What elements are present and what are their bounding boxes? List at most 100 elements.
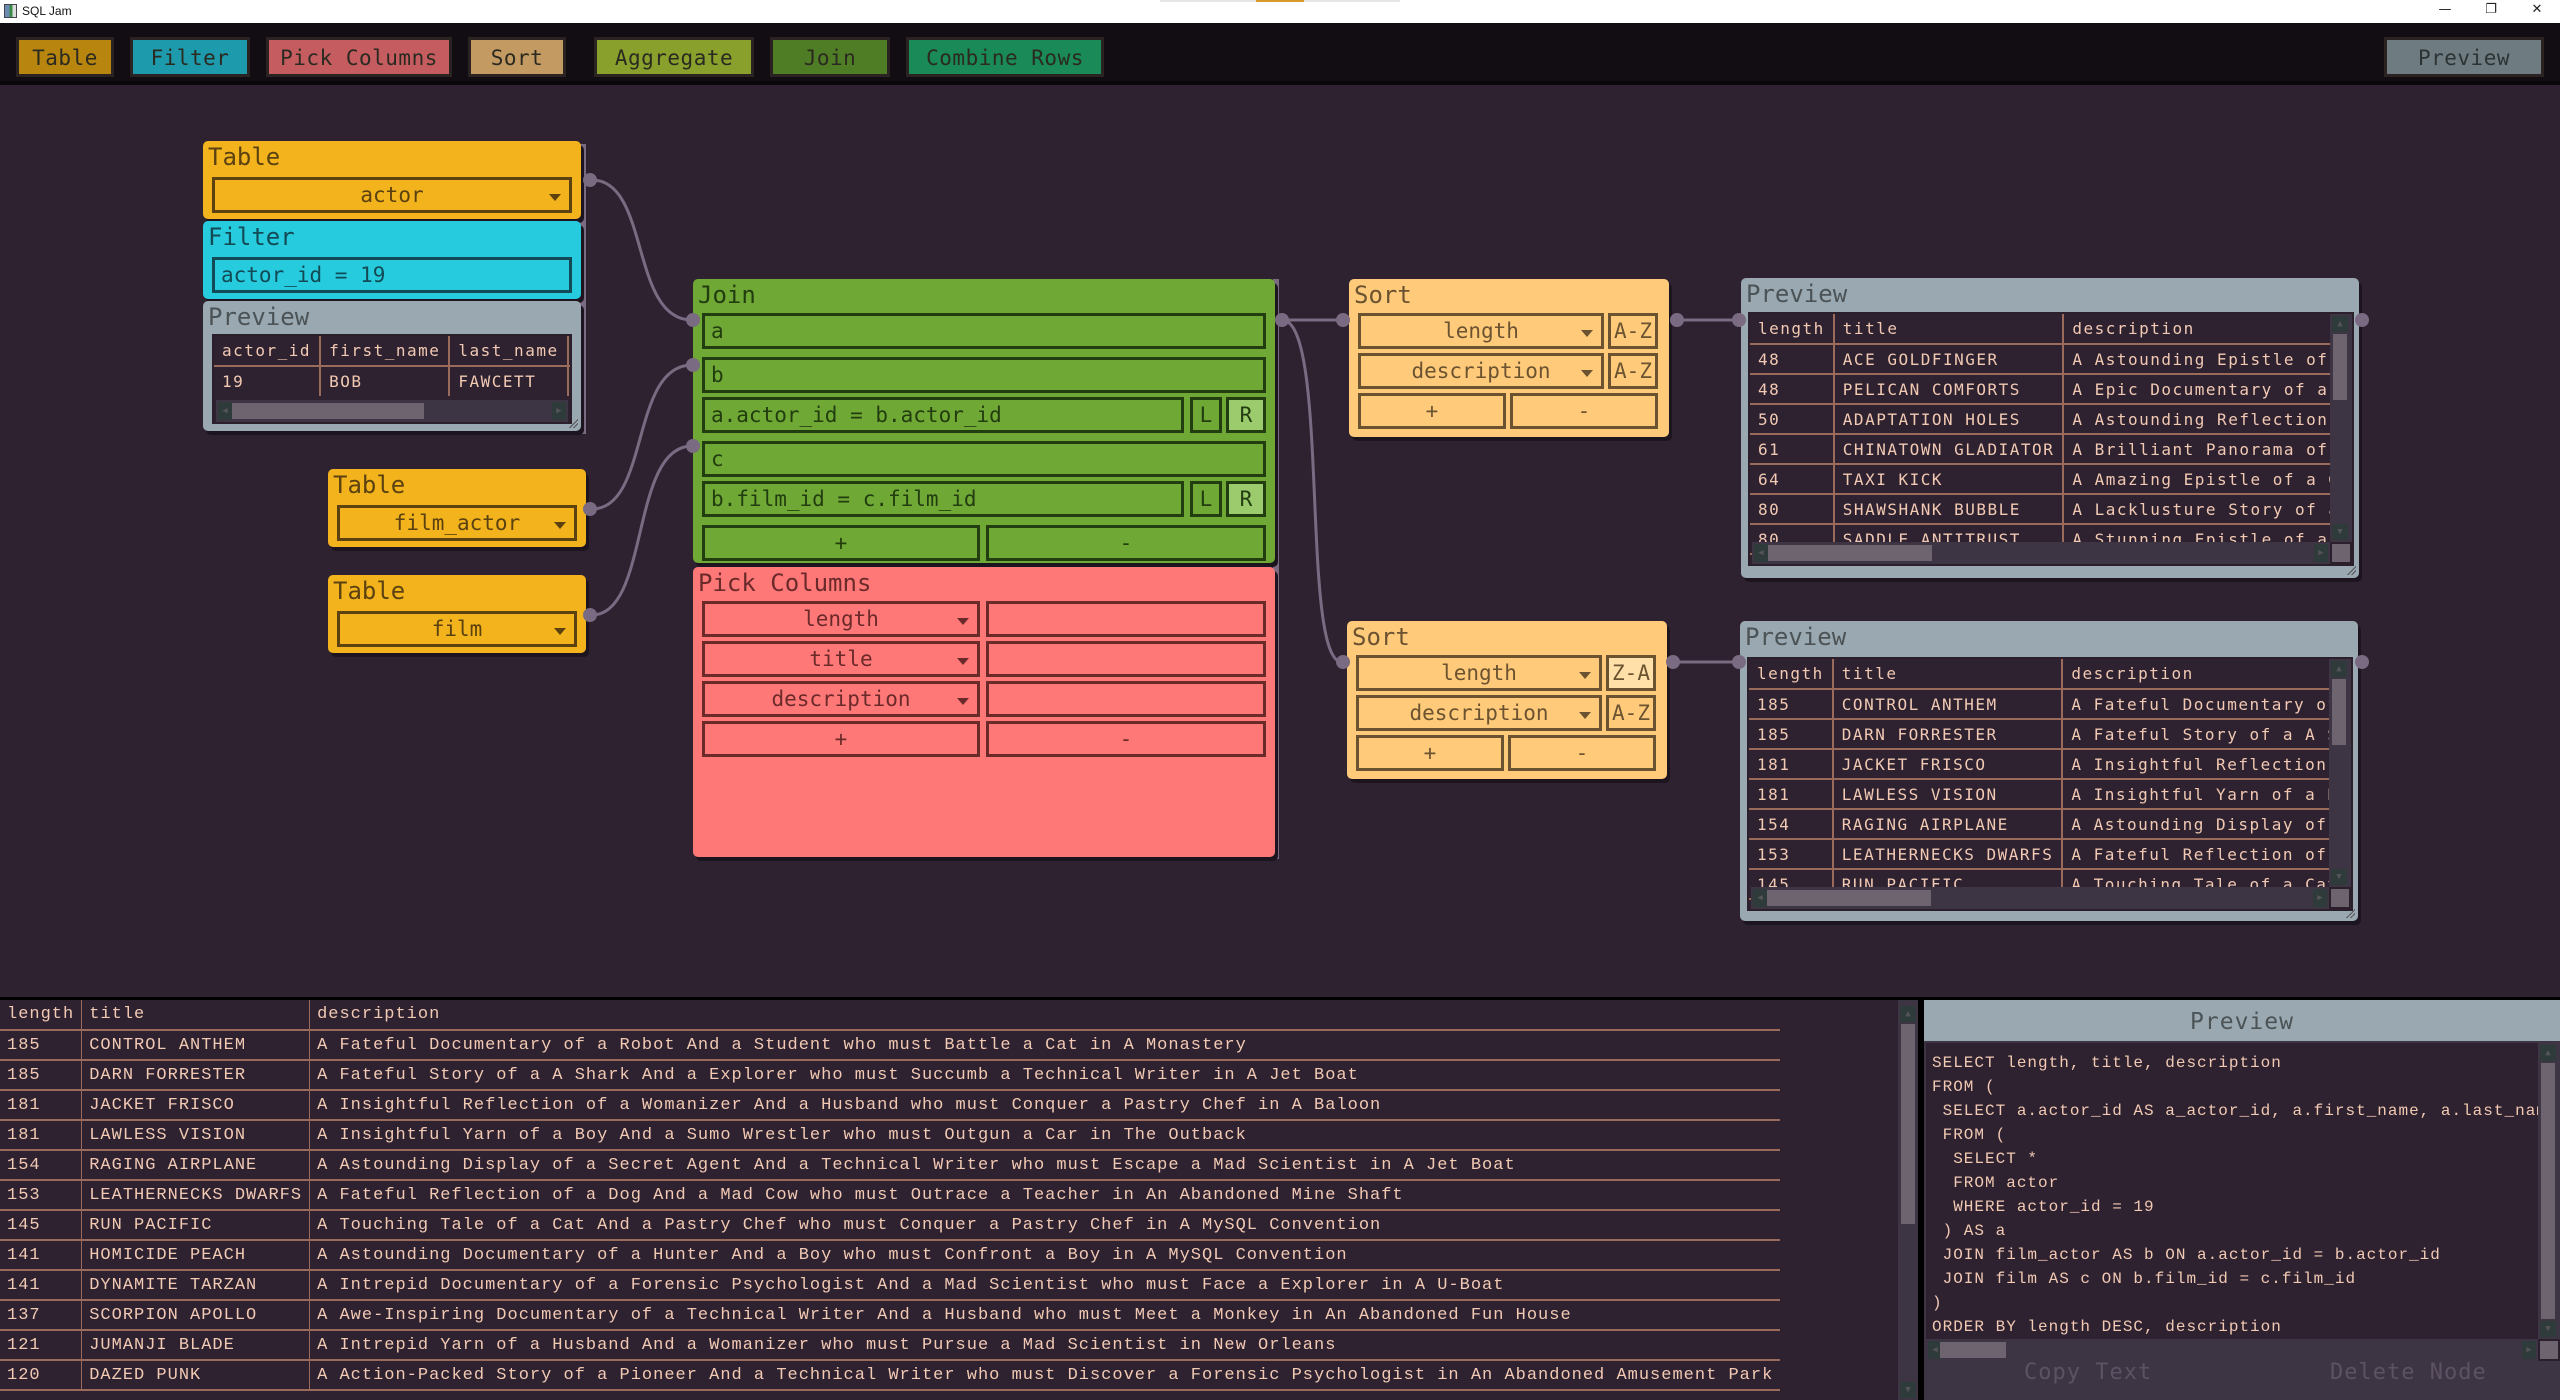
join-condition-input[interactable]: a.actor_id = b.actor_id — [702, 397, 1184, 433]
sort-order-toggle[interactable]: A-Z — [1608, 353, 1658, 389]
right-join-toggle[interactable]: R — [1226, 397, 1266, 433]
table-row[interactable]: 185 CONTROL ANTHEM A Fateful Documentary o… — [0, 1030, 1781, 1061]
sql-code-view[interactable]: SELECT length, title, description FROM ( … — [1926, 1043, 2538, 1339]
join-node[interactable]: Join a b a.actor_id = b.actor_id L R c b… — [693, 279, 1275, 563]
sort-order-toggle[interactable]: A-Z — [1606, 695, 1656, 731]
join-input-b[interactable]: b — [702, 357, 1266, 393]
add-column-button[interactable]: + — [702, 721, 980, 757]
node-canvas[interactable]: Table actor Filter actor_id = 19 Preview… — [0, 89, 2560, 1084]
column-header[interactable]: title — [1833, 314, 2065, 345]
scrollbar-thumb[interactable] — [2333, 334, 2347, 400]
sort-column-select[interactable]: length — [1356, 655, 1602, 691]
table-row[interactable]: 181 JACKET FRISCO A Insightful Reflection … — [1749, 749, 2351, 780]
table-row[interactable]: 61 CHINATOWN GLADIATOR A Brilliant Panoram… — [1750, 434, 2352, 465]
input-port-b[interactable] — [686, 358, 700, 372]
table-row[interactable]: 80 SHAWSHANK BUBBLE A Lacklusture Story of… — [1750, 494, 2352, 525]
horizontal-scrollbar[interactable]: ◀ ▶ — [1751, 887, 2329, 909]
table-node-actor[interactable]: Table actor — [203, 141, 581, 219]
close-icon[interactable]: ✕ — [2514, 0, 2560, 22]
table-row[interactable]: 181 LAWLESS VISION A Insightful Yarn of a … — [0, 1120, 1781, 1151]
scrollbar-thumb[interactable] — [1940, 1342, 2006, 1358]
remove-sort-key-button[interactable]: - — [1510, 393, 1658, 429]
table-select[interactable]: actor — [212, 177, 572, 213]
column-select[interactable]: description — [702, 681, 980, 717]
table-row[interactable]: 153 LEATHERNECKS DWARFS A Fateful Reflecti… — [0, 1180, 1781, 1211]
table-row[interactable]: 50 ADAPTATION HOLES A Astounding Reflectio… — [1750, 404, 2352, 435]
table-row[interactable]: 154 RAGING AIRPLANE A Astounding Display o… — [1749, 809, 2351, 840]
delete-node-button[interactable]: Delete Node — [2330, 1360, 2487, 1385]
output-port[interactable] — [583, 173, 597, 187]
horizontal-scrollbar[interactable]: ◀ ▶ — [1926, 1339, 2538, 1361]
vertical-scrollbar[interactable]: ▲ ▼ — [2329, 659, 2351, 887]
table-select[interactable]: film — [337, 611, 577, 647]
table-row[interactable]: 145 RUN PACIFIC A Touching Tale of a Cat A… — [0, 1210, 1781, 1241]
sort-column-select[interactable]: description — [1356, 695, 1602, 731]
table-node-film-actor[interactable]: Table film_actor — [328, 469, 586, 547]
remove-column-button[interactable]: - — [986, 721, 1266, 757]
input-port[interactable] — [1336, 313, 1350, 327]
add-sort-button[interactable]: Sort — [468, 37, 566, 77]
column-select[interactable]: title — [702, 641, 980, 677]
sort-order-toggle[interactable]: Z-A — [1606, 655, 1656, 691]
add-sort-key-button[interactable]: + — [1358, 393, 1506, 429]
sort-node-ascending[interactable]: Sort length A-Z description A-Z + - — [1349, 279, 1669, 437]
column-header[interactable]: length — [1750, 314, 1835, 345]
scroll-left-icon[interactable]: ◀ — [218, 402, 232, 420]
add-sort-key-button[interactable]: + — [1356, 735, 1504, 771]
preview-node-ascending[interactable]: Preview length title description 48 ACE GOLD… — [1741, 278, 2359, 578]
sort-node-descending[interactable]: Sort length Z-A description A-Z + - — [1347, 621, 1667, 779]
column-alias-input[interactable] — [986, 601, 1266, 637]
scroll-up-icon[interactable]: ▲ — [2331, 661, 2347, 677]
output-port[interactable] — [583, 608, 597, 622]
table-row[interactable]: 121 JUMANJI BLADE A Intrepid Yarn of a Hus… — [0, 1330, 1781, 1361]
horizontal-scrollbar[interactable]: ◀ ▶ — [216, 400, 568, 422]
add-table-button[interactable]: Table — [16, 37, 114, 77]
join-condition-input[interactable]: b.film_id = c.film_id — [702, 481, 1184, 517]
remove-join-button[interactable]: - — [986, 525, 1266, 561]
scroll-right-icon[interactable]: ▶ — [2522, 1341, 2536, 1359]
scroll-up-icon[interactable]: ▲ — [2332, 316, 2348, 332]
output-port[interactable] — [2355, 313, 2369, 327]
scroll-left-icon[interactable]: ◀ — [1753, 889, 1767, 907]
table-row[interactable]: 137 SCORPION APOLLO A Awe-Inspiring Docume… — [0, 1300, 1781, 1331]
table-row[interactable]: 141 HOMICIDE PEACH A Astounding Documentar… — [0, 1240, 1781, 1271]
scroll-up-icon[interactable]: ▲ — [2540, 1045, 2556, 1061]
vertical-scrollbar[interactable]: ▲ ▼ — [1898, 1000, 1918, 1400]
resize-grip-icon[interactable] — [568, 418, 578, 428]
column-header[interactable]: description — [309, 1000, 1781, 1031]
join-input-a[interactable]: a — [702, 313, 1266, 349]
filter-node[interactable]: Filter actor_id = 19 — [203, 221, 581, 299]
sort-column-select[interactable]: length — [1358, 313, 1604, 349]
left-join-toggle[interactable]: L — [1190, 481, 1222, 517]
table-row[interactable]: 181 LAWLESS VISION A Insightful Yarn of a … — [1749, 779, 2351, 810]
input-port-a[interactable] — [686, 313, 700, 327]
scroll-down-icon[interactable]: ▼ — [1900, 1382, 1916, 1398]
table-row[interactable]: 185 CONTROL ANTHEM A Fateful Documentary o… — [1749, 689, 2351, 720]
add-pick-columns-button[interactable]: Pick Columns — [266, 37, 452, 77]
output-port[interactable] — [1670, 313, 1684, 327]
vertical-scrollbar[interactable]: ▲ ▼ — [2330, 314, 2352, 542]
scroll-left-icon[interactable]: ◀ — [1754, 544, 1768, 562]
table-row[interactable]: 154 RAGING AIRPLANE A Astounding Display o… — [0, 1150, 1781, 1181]
column-header[interactable]: description — [2063, 314, 2352, 345]
preview-node-actor[interactable]: Preview actor_id first_name last_name la… — [203, 301, 581, 431]
column-header[interactable]: description — [2062, 659, 2351, 690]
scroll-right-icon[interactable]: ▶ — [2314, 544, 2328, 562]
column-header[interactable]: title — [81, 1000, 311, 1031]
column-header[interactable]: length — [0, 1000, 83, 1031]
scrollbar-thumb[interactable] — [1901, 1024, 1915, 1224]
resize-grip-icon[interactable] — [2345, 908, 2355, 918]
scroll-right-icon[interactable]: ▶ — [552, 402, 566, 420]
scroll-down-icon[interactable]: ▼ — [2332, 524, 2348, 540]
sort-column-select[interactable]: description — [1358, 353, 1604, 389]
join-input-c[interactable]: c — [702, 441, 1266, 477]
vertical-scrollbar[interactable]: ▲ ▼ — [2538, 1043, 2560, 1339]
pick-columns-node[interactable]: Pick Columns length title description + … — [693, 567, 1275, 857]
preview-node-descending[interactable]: Preview length title description 185 CONTROL… — [1740, 621, 2358, 921]
add-aggregate-button[interactable]: Aggregate — [594, 37, 754, 77]
table-select[interactable]: film_actor — [337, 505, 577, 541]
scrollbar-thumb[interactable] — [2332, 679, 2346, 745]
scroll-right-icon[interactable]: ▶ — [2313, 889, 2327, 907]
table-node-film[interactable]: Table film — [328, 575, 586, 653]
table-row[interactable]: 64 TAXI KICK A Amazing Epistle of a Gi — [1750, 464, 2352, 495]
